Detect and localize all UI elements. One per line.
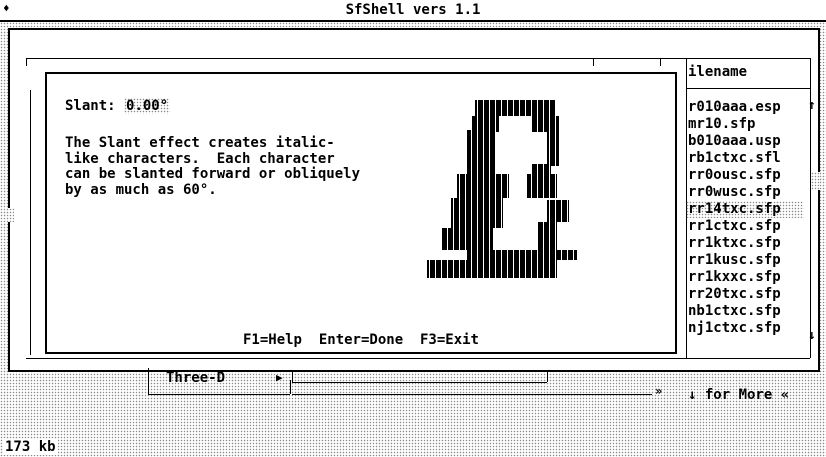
three-d-frame bbox=[292, 371, 293, 382]
file-list-item[interactable]: rr1ctxc.sfp bbox=[686, 218, 804, 235]
left-edge-mark bbox=[0, 208, 14, 222]
file-list-item[interactable]: rr1ktxc.sfp bbox=[686, 235, 804, 252]
file-list: r010aaa.esp mr10.sfp b010aaa.usp rb1ctxc.sf… bbox=[686, 99, 804, 337]
three-d-frame bbox=[292, 382, 547, 383]
app-title: SfShell vers 1.1 bbox=[345, 2, 481, 18]
three-d-frame bbox=[290, 380, 291, 394]
more-files-hint[interactable]: ↓ for More « bbox=[688, 387, 789, 403]
file-list-item[interactable]: r010aaa.esp bbox=[686, 99, 804, 116]
glyph-preview bbox=[427, 100, 616, 290]
panel-frame-line bbox=[30, 90, 31, 355]
file-list-item[interactable]: rb1ctxc.sfl bbox=[686, 150, 804, 167]
panel-frame-tick bbox=[593, 58, 594, 66]
panel-frame-line bbox=[26, 58, 686, 59]
three-d-frame bbox=[148, 368, 149, 394]
effect-bar-line bbox=[292, 394, 652, 395]
three-d-frame bbox=[148, 394, 290, 395]
slant-value-input[interactable]: 0.00° bbox=[124, 98, 171, 114]
scroll-thumb[interactable] bbox=[811, 172, 820, 190]
file-list-item[interactable]: rr0ousc.sfp bbox=[686, 167, 804, 184]
dialog-hotkeys: F1=Help Enter=Done F3=Exit bbox=[242, 332, 479, 348]
file-list-item[interactable]: rr0wusc.sfp bbox=[686, 184, 804, 201]
panel-frame-tick bbox=[660, 58, 661, 66]
slant-label: Slant: bbox=[65, 98, 116, 114]
memory-status: 173 kb bbox=[3, 439, 58, 455]
panel-frame-line bbox=[686, 58, 810, 59]
file-list-item[interactable]: rr20txc.sfp bbox=[686, 286, 804, 303]
scroll-up-arrow-icon[interactable]: ↑ bbox=[808, 98, 816, 113]
three-d-effect-button[interactable]: Three-D bbox=[166, 370, 225, 386]
file-list-item[interactable]: nb1ctxc.sfp bbox=[686, 303, 804, 320]
double-arrow-icon: » bbox=[655, 384, 663, 398]
scroll-down-arrow-icon[interactable]: ↓ bbox=[808, 328, 816, 343]
panel-frame-tick bbox=[26, 58, 27, 66]
three-d-frame bbox=[547, 370, 548, 382]
file-list-item[interactable]: mr10.sfp bbox=[686, 116, 804, 133]
file-list-item[interactable]: nj1ctxc.sfp bbox=[686, 320, 804, 337]
submenu-arrow-icon: ▶ bbox=[276, 371, 283, 384]
title-bar: ♦ SfShell vers 1.1 bbox=[0, 0, 826, 22]
file-list-scrollbar[interactable]: ↑ ↓ bbox=[808, 98, 822, 350]
file-list-item[interactable]: rr1kusc.sfp bbox=[686, 252, 804, 269]
file-list-item[interactable]: rr14txc.sfp bbox=[686, 201, 804, 218]
filename-header-rule bbox=[686, 88, 810, 89]
glyph-preview-shape bbox=[427, 100, 616, 290]
slant-description: The Slant effect creates italic- like ch… bbox=[65, 135, 361, 198]
slant-row: Slant: 0.00° bbox=[65, 98, 171, 114]
filename-column-header[interactable]: ilename bbox=[688, 64, 747, 80]
slant-effect-dialog: Slant: 0.00° The Slant effect creates it… bbox=[45, 72, 677, 354]
file-list-item[interactable]: rr1kxxc.sfp bbox=[686, 269, 804, 286]
panel-frame-line bbox=[26, 358, 810, 359]
file-list-item[interactable]: b010aaa.usp bbox=[686, 133, 804, 150]
